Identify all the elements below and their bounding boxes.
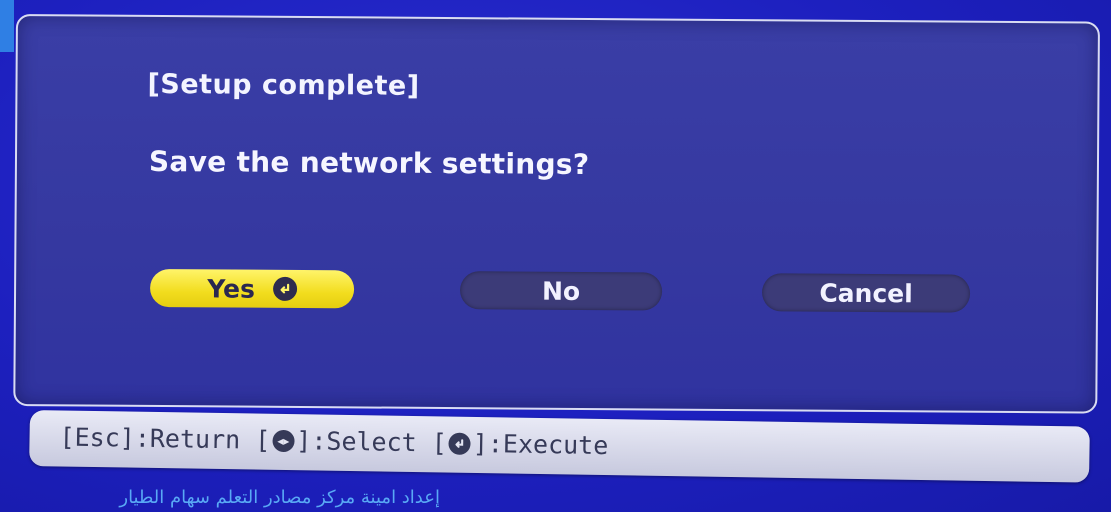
help-spacer	[240, 425, 256, 454]
enter-icon	[448, 432, 471, 455]
select-action-hint: :Select	[311, 426, 417, 458]
enter-icon	[272, 276, 297, 301]
esc-action-hint: :Return	[134, 423, 241, 455]
help-spacer	[416, 428, 432, 457]
help-text: [Esc] :Return [ ◂▸ ] :Select [ ] :Execut…	[59, 422, 608, 460]
left-right-arrows-icon: ◂▸	[272, 429, 295, 452]
no-button-label: No	[541, 276, 581, 306]
setup-complete-dialog: [Setup complete] Save the network settin…	[13, 14, 1100, 414]
execute-action-hint: :Execute	[487, 429, 609, 461]
dialog-message: Save the network settings?	[148, 144, 590, 182]
select-key-open: [	[255, 425, 271, 455]
cancel-button[interactable]: Cancel	[761, 273, 971, 313]
execute-key-open: [	[431, 428, 448, 458]
cancel-button-label: Cancel	[819, 278, 913, 308]
corner-patch	[0, 0, 14, 52]
yes-button[interactable]: Yes	[149, 268, 355, 309]
esc-key-hint: [Esc]	[59, 422, 136, 453]
select-key-close: ]	[296, 426, 312, 456]
yes-button-label: Yes	[207, 273, 256, 304]
no-button[interactable]: No	[459, 271, 663, 311]
dialog-title: [Setup complete]	[147, 68, 420, 102]
watermark-caption: إعداد امينة مركز مصادر التعلم سهام الطيا…	[119, 487, 440, 508]
execute-key-close: ]	[472, 428, 489, 459]
